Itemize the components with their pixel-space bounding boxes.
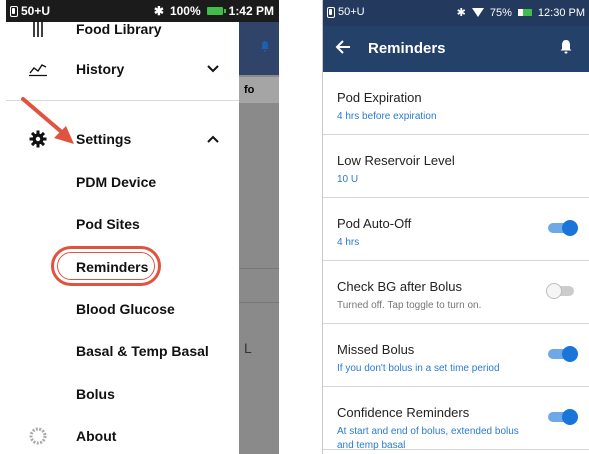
background-divider — [239, 302, 279, 303]
menu-label: Basal & Temp Basal — [76, 343, 209, 359]
menu-item-basal-temp-basal[interactable]: Basal & Temp Basal — [6, 330, 239, 372]
status-right: ✱ 75% 12:30 PM — [456, 6, 585, 20]
reminder-row[interactable]: Check BG after Bolus Turned off. Tap togg… — [323, 261, 589, 324]
toggle-knob — [562, 409, 578, 425]
reminders-highlight — [51, 246, 161, 286]
bluetooth-icon: ✱ — [456, 7, 466, 19]
reminder-name: Pod Auto-Off — [337, 216, 412, 231]
chevron-down-icon[interactable] — [206, 62, 220, 76]
menu-item-pod-sites[interactable]: Pod Sites — [6, 203, 239, 245]
menu-label: History — [76, 61, 125, 77]
background-divider — [239, 268, 279, 269]
wifi-icon — [471, 8, 484, 17]
toggle-knob — [546, 283, 562, 299]
menu-label: PDM Device — [76, 174, 157, 190]
battery-percent: 75% — [489, 6, 512, 19]
menu-label: Blood Glucose — [76, 301, 175, 317]
reminder-row[interactable]: Confidence Reminders At start and end of … — [323, 387, 589, 451]
reminder-row[interactable]: Pod Expiration 4 hrs before expiration — [323, 72, 589, 135]
reminder-row[interactable]: Missed Bolus If you don't bolus in a set … — [323, 324, 589, 387]
reminder-toggle[interactable] — [548, 220, 578, 236]
back-arrow-icon[interactable] — [335, 39, 351, 55]
left-phone-screen: 50+U ✱ 100% 1:42 PM fo L Food Library Hi… — [6, 0, 279, 454]
reminder-name: Confidence Reminders — [337, 405, 470, 420]
menu-item-food-library[interactable]: Food Library — [6, 8, 239, 50]
menu-label: Food Library — [76, 21, 162, 37]
reminder-name: Missed Bolus — [337, 342, 415, 357]
bell-icon[interactable] — [559, 39, 573, 55]
menu-item-blood-glucose[interactable]: Blood Glucose — [6, 288, 239, 330]
reminder-name: Low Reservoir Level — [337, 153, 455, 168]
reminder-detail: 4 hrs before expiration — [337, 111, 437, 122]
ring-icon — [28, 426, 48, 446]
menu-label: Pod Sites — [76, 216, 140, 232]
dimmed-background[interactable]: fo L — [239, 22, 279, 454]
reminder-toggle[interactable] — [548, 346, 578, 362]
clock: 12:30 PM — [537, 6, 585, 19]
pointer-arrow-icon — [21, 97, 74, 144]
reminder-detail: 4 hrs — [337, 237, 360, 248]
status-bar: 50+U ✱ 75% 12:30 PM — [323, 0, 589, 26]
fork-icon — [28, 19, 48, 39]
sim-icon — [327, 6, 335, 18]
menu-item-history[interactable]: History — [6, 48, 239, 90]
navigation-drawer: Food Library History Settings PDM Device… — [6, 21, 239, 454]
toggle-knob — [562, 346, 578, 362]
right-phone-screen: 50+U ✱ 75% 12:30 PM Reminders Pod Expira… — [322, 0, 589, 454]
menu-item-pdm-device[interactable]: PDM Device — [6, 161, 239, 203]
carrier-label: 50+U — [338, 6, 365, 18]
reminder-name: Pod Expiration — [337, 90, 422, 105]
menu-label: Settings — [76, 131, 132, 147]
page-title: Reminders — [368, 40, 446, 57]
reminder-detail: At start and end of bolus, extended bolu… — [337, 426, 519, 451]
reminder-row[interactable]: Low Reservoir Level 10 U — [323, 135, 589, 198]
app-header: Reminders — [323, 26, 589, 72]
bell-icon — [261, 41, 269, 52]
menu-label: Bolus — [76, 386, 115, 402]
battery-icon — [517, 9, 532, 16]
reminder-detail: If you don't bolus in a set time period — [337, 363, 500, 374]
status-left: 50+U — [327, 6, 365, 18]
menu-item-bolus[interactable]: Bolus — [6, 373, 239, 415]
screenshot-stage: 50+U ✱ 100% 1:42 PM fo L Food Library Hi… — [0, 0, 589, 454]
reminder-name: Check BG after Bolus — [337, 279, 462, 294]
background-text-fragment: fo — [244, 84, 255, 96]
menu-label: About — [76, 428, 117, 444]
chart-line-icon — [28, 59, 48, 79]
reminder-toggle[interactable] — [546, 283, 578, 299]
chevron-up-icon[interactable] — [206, 132, 220, 146]
reminder-detail: 10 U — [337, 174, 359, 185]
menu-item-about[interactable]: About — [6, 415, 239, 454]
reminder-detail: Turned off. Tap toggle to turn on. — [337, 300, 482, 311]
reminder-row[interactable]: Pod Auto-Off 4 hrs — [323, 198, 589, 261]
reminder-toggle[interactable] — [548, 409, 578, 425]
toggle-knob — [562, 220, 578, 236]
background-letter-fragment: L — [244, 340, 252, 356]
